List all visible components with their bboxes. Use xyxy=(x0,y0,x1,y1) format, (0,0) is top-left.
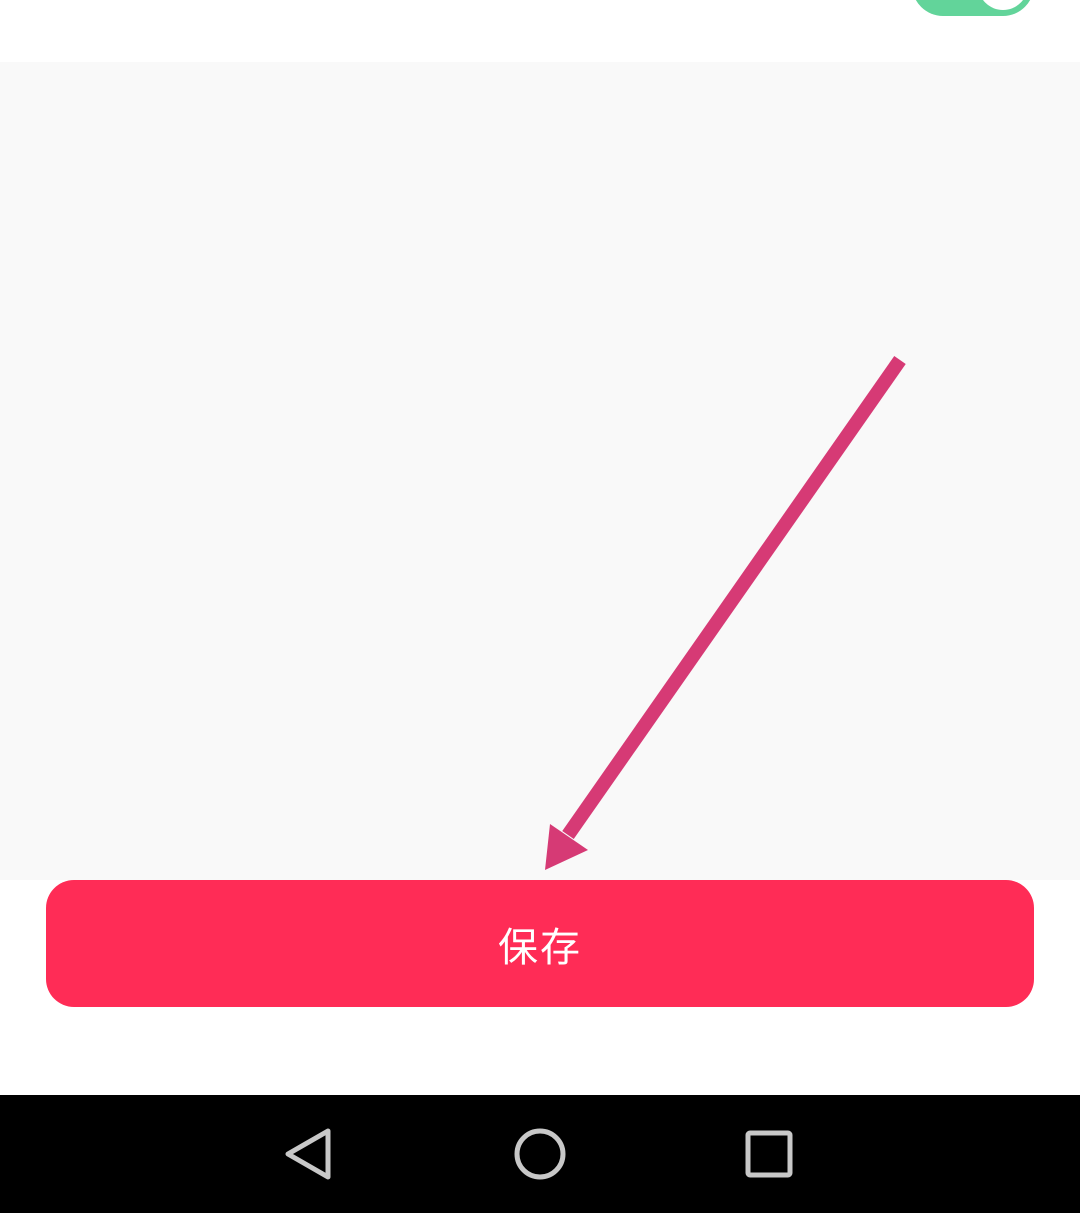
back-button[interactable] xyxy=(274,1119,344,1189)
content-area xyxy=(0,62,1080,880)
settings-row[interactable] xyxy=(0,0,1080,62)
settings-toggle-switch[interactable] xyxy=(912,0,1034,16)
back-triangle-icon xyxy=(285,1128,331,1180)
toggle-knob xyxy=(978,0,1028,10)
home-circle-icon xyxy=(514,1128,566,1180)
recent-apps-square-icon xyxy=(745,1130,793,1178)
home-button[interactable] xyxy=(505,1119,575,1189)
save-button[interactable]: 保存 xyxy=(46,880,1034,1007)
screen: 保存 xyxy=(0,0,1080,1213)
recent-apps-button[interactable] xyxy=(734,1119,804,1189)
navigation-bar xyxy=(0,1095,1080,1213)
